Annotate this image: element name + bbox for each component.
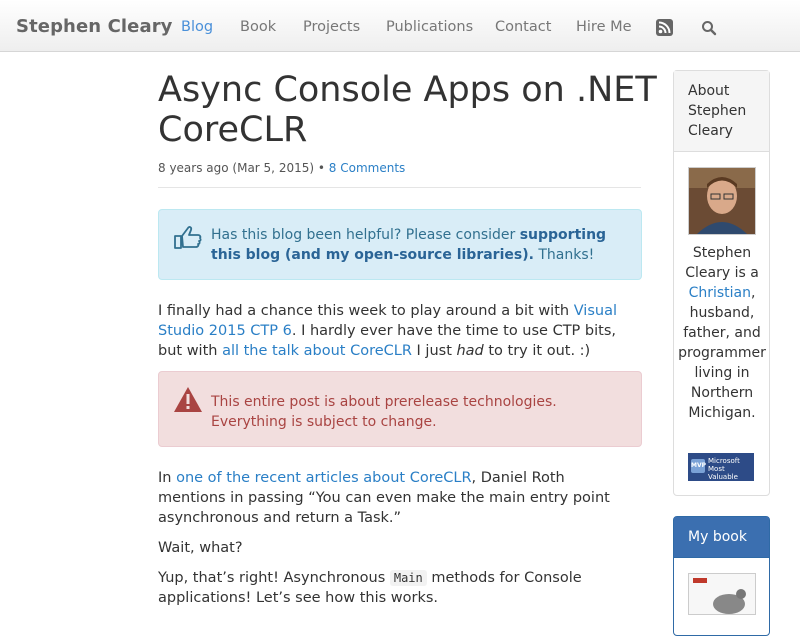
support-text-before: Has this blog been helpful? Please consi… bbox=[211, 227, 520, 243]
mvp-badge-text: Microsoft Most Valuable Professional bbox=[708, 457, 751, 489]
search-icon[interactable] bbox=[700, 19, 718, 37]
code-main: Main bbox=[389, 570, 427, 586]
coreclr-article-link[interactable]: one of the recent articles about CoreCLR bbox=[176, 470, 471, 486]
about-text-2: , husband, father, and programmer living… bbox=[678, 285, 766, 421]
prerelease-alert: This entire post is about prerelease tec… bbox=[158, 371, 642, 447]
nav-projects[interactable]: Projects bbox=[303, 19, 360, 35]
para1-text-1: I finally had a chance this week to play… bbox=[158, 303, 574, 319]
support-alert: Has this blog been helpful? Please consi… bbox=[158, 209, 642, 280]
para1-text-3: I just bbox=[411, 343, 457, 359]
post-title: Async Console Apps on .NET CoreCLR bbox=[158, 70, 657, 150]
warning-icon bbox=[173, 386, 203, 419]
prerelease-alert-text: This entire post is about prerelease tec… bbox=[211, 394, 557, 430]
paragraph-async-main: Yup, that’s right! Asynchronous Main met… bbox=[158, 568, 628, 608]
para1-text-4: to try it out. :) bbox=[483, 343, 591, 359]
book-panel: My book bbox=[673, 516, 770, 636]
coreclr-talk-link[interactable]: all the talk about CoreCLR bbox=[222, 343, 412, 359]
paragraph-wait: Wait, what? bbox=[158, 540, 243, 556]
nav-publications[interactable]: Publications bbox=[386, 19, 473, 35]
para1-emphasis: had bbox=[456, 343, 484, 359]
mvp-logo-icon: MVP bbox=[691, 459, 706, 473]
top-navbar: Stephen Cleary Blog Book Projects Public… bbox=[0, 0, 800, 52]
about-text: Stephen Cleary is a Christian, husband, … bbox=[674, 243, 770, 423]
post-meta: 8 years ago (Mar 5, 2015) • 8 Comments bbox=[158, 161, 405, 175]
nav-hire-me[interactable]: Hire Me bbox=[576, 19, 632, 35]
about-heading: About Stephen Cleary bbox=[674, 71, 769, 152]
mvp-badge[interactable]: MVP Microsoft Most Valuable Professional bbox=[688, 453, 754, 489]
meta-divider bbox=[158, 187, 641, 188]
book-cover-image[interactable] bbox=[688, 573, 756, 615]
para2-text-1: In bbox=[158, 470, 177, 486]
about-text-1: Stephen Cleary is a bbox=[685, 245, 759, 281]
support-alert-text: Has this blog been helpful? Please consi… bbox=[211, 225, 621, 265]
about-panel: About Stephen Cleary Stephen Cleary is a… bbox=[673, 70, 770, 496]
nav-book[interactable]: Book bbox=[240, 19, 276, 35]
paragraph-roth: In one of the recent articles about Core… bbox=[158, 468, 628, 528]
nav-contact[interactable]: Contact bbox=[495, 19, 551, 35]
paragraph-intro: I finally had a chance this week to play… bbox=[158, 301, 628, 361]
rss-icon[interactable] bbox=[656, 19, 673, 36]
para4-text-1: Yup, that’s right! Asynchronous bbox=[158, 570, 390, 586]
author-photo bbox=[688, 167, 756, 235]
christian-link[interactable]: Christian bbox=[689, 285, 751, 301]
brand-link[interactable]: Stephen Cleary bbox=[16, 16, 173, 37]
comments-link[interactable]: 8 Comments bbox=[329, 161, 406, 175]
post-date: 8 years ago (Mar 5, 2015) bbox=[158, 161, 315, 175]
nav-blog[interactable]: Blog bbox=[181, 19, 213, 35]
book-heading: My book bbox=[674, 517, 769, 558]
thumbs-up-icon bbox=[173, 224, 203, 256]
support-text-after: Thanks! bbox=[533, 247, 595, 263]
meta-separator: • bbox=[317, 161, 325, 175]
